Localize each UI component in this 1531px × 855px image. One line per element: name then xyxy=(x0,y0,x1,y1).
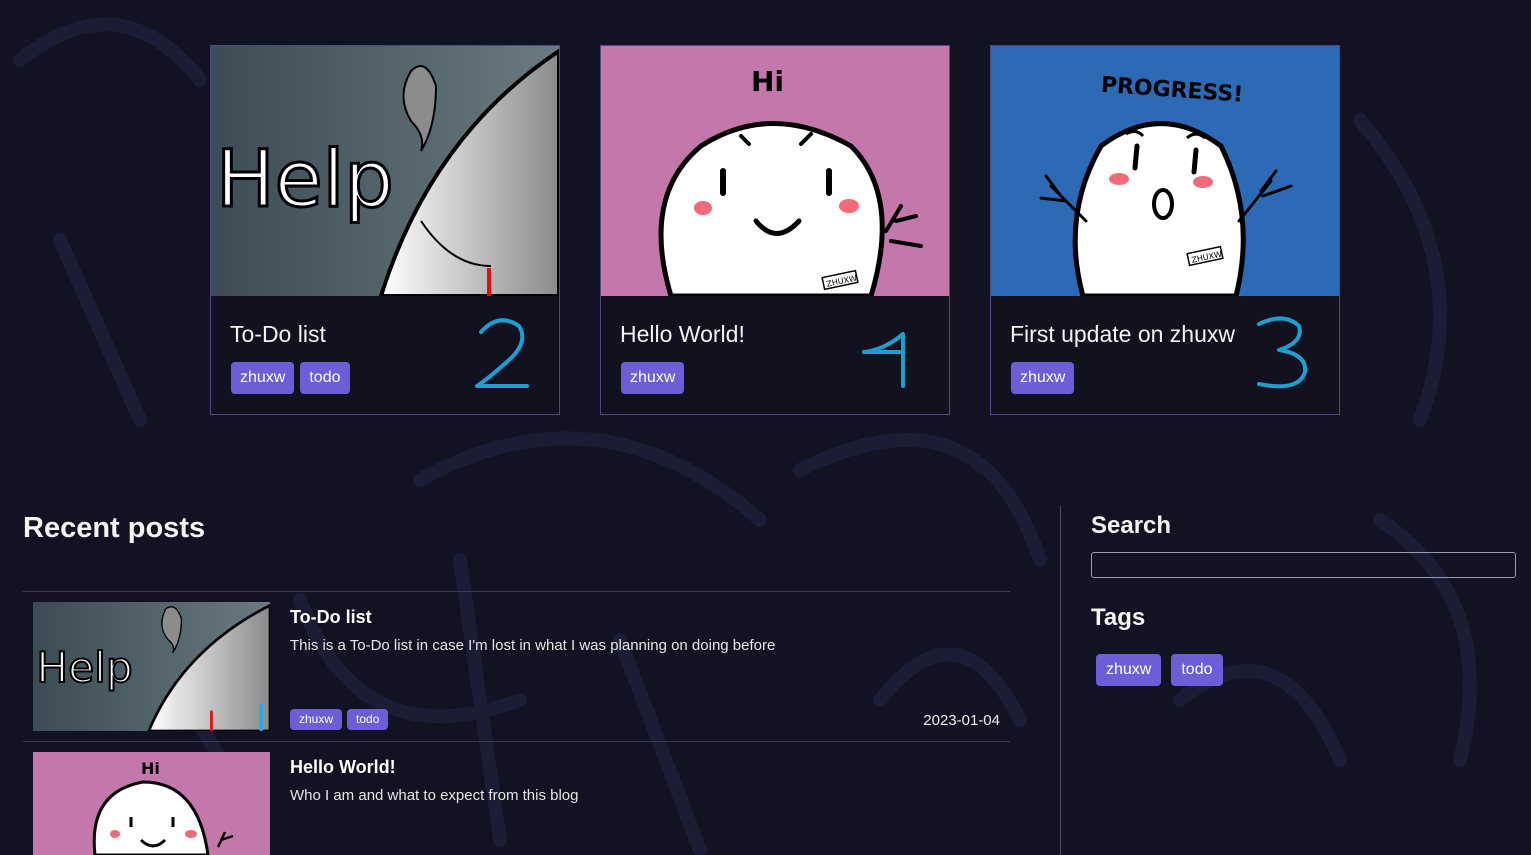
divider xyxy=(23,591,1010,592)
number-3-graphic xyxy=(1257,316,1308,389)
tag-zhuxw[interactable]: zhuxw xyxy=(1011,362,1075,394)
tag-todo[interactable]: todo xyxy=(300,362,350,394)
svg-text:Hi: Hi xyxy=(751,65,784,98)
featured-card-title[interactable]: To-Do list xyxy=(230,321,326,348)
featured-card-todo[interactable]: Help To-Do list zhuxw todo xyxy=(210,45,560,415)
featured-card-tags: zhuxw xyxy=(1011,362,1075,394)
help-doodle-image: Help xyxy=(211,46,559,296)
hi-doodle-thumbnail[interactable]: Hi xyxy=(33,752,270,855)
featured-card-hello[interactable]: ZHUXW Hi Hello World! zhuxw xyxy=(600,45,950,415)
number-1-graphic xyxy=(862,332,905,388)
recent-posts-heading: Recent posts xyxy=(23,512,206,544)
featured-card-tags: zhuxw todo xyxy=(231,362,350,394)
post-title[interactable]: Hello World! xyxy=(290,757,396,778)
number-2-graphic xyxy=(475,318,529,388)
progress-doodle-image: ZHUXW PROGRESS! xyxy=(991,46,1339,296)
post-description: Who I am and what to expect from this bl… xyxy=(290,787,579,804)
featured-card-title[interactable]: Hello World! xyxy=(620,321,745,348)
help-doodle-thumbnail[interactable]: Help xyxy=(33,602,270,731)
post-description: This is a To-Do list in case I'm lost in… xyxy=(290,637,776,654)
svg-text:Help: Help xyxy=(216,135,394,225)
featured-card-title[interactable]: First update on zhuxw xyxy=(1010,321,1235,348)
sidebar-divider xyxy=(1060,506,1061,855)
search-input[interactable] xyxy=(1091,552,1516,578)
featured-card-tags: zhuxw xyxy=(621,362,685,394)
divider xyxy=(23,741,1010,742)
tags-heading: Tags xyxy=(1091,604,1146,631)
tag-todo[interactable]: todo xyxy=(347,709,389,730)
tag-zhuxw[interactable]: zhuxw xyxy=(290,709,343,730)
post-date: 2023-01-04 xyxy=(923,712,1000,729)
svg-text:Help: Help xyxy=(36,643,132,692)
svg-text:Hi: Hi xyxy=(141,759,160,778)
post-item-todo[interactable]: Help To-Do list This is a To-Do list in … xyxy=(23,602,1010,732)
search-heading: Search xyxy=(1091,512,1172,539)
tag-zhuxw[interactable]: zhuxw xyxy=(621,362,685,394)
hi-doodle-image: ZHUXW Hi xyxy=(601,46,949,296)
post-tags: zhuxw todo xyxy=(290,709,389,730)
tag-zhuxw[interactable]: zhuxw xyxy=(1096,654,1162,686)
tag-zhuxw[interactable]: zhuxw xyxy=(231,362,295,394)
featured-posts: Help To-Do list zhuxw todo ZHUXW Hi Hell… xyxy=(210,45,1340,415)
tag-todo[interactable]: todo xyxy=(1171,654,1223,686)
featured-card-progress[interactable]: ZHUXW PROGRESS! First update on zhuxw zh… xyxy=(990,45,1340,415)
post-item-hello[interactable]: Hi Hello World! Who I am and what to exp… xyxy=(23,752,1010,855)
sidebar-tags: zhuxw todo xyxy=(1096,654,1223,686)
post-title[interactable]: To-Do list xyxy=(290,607,372,628)
